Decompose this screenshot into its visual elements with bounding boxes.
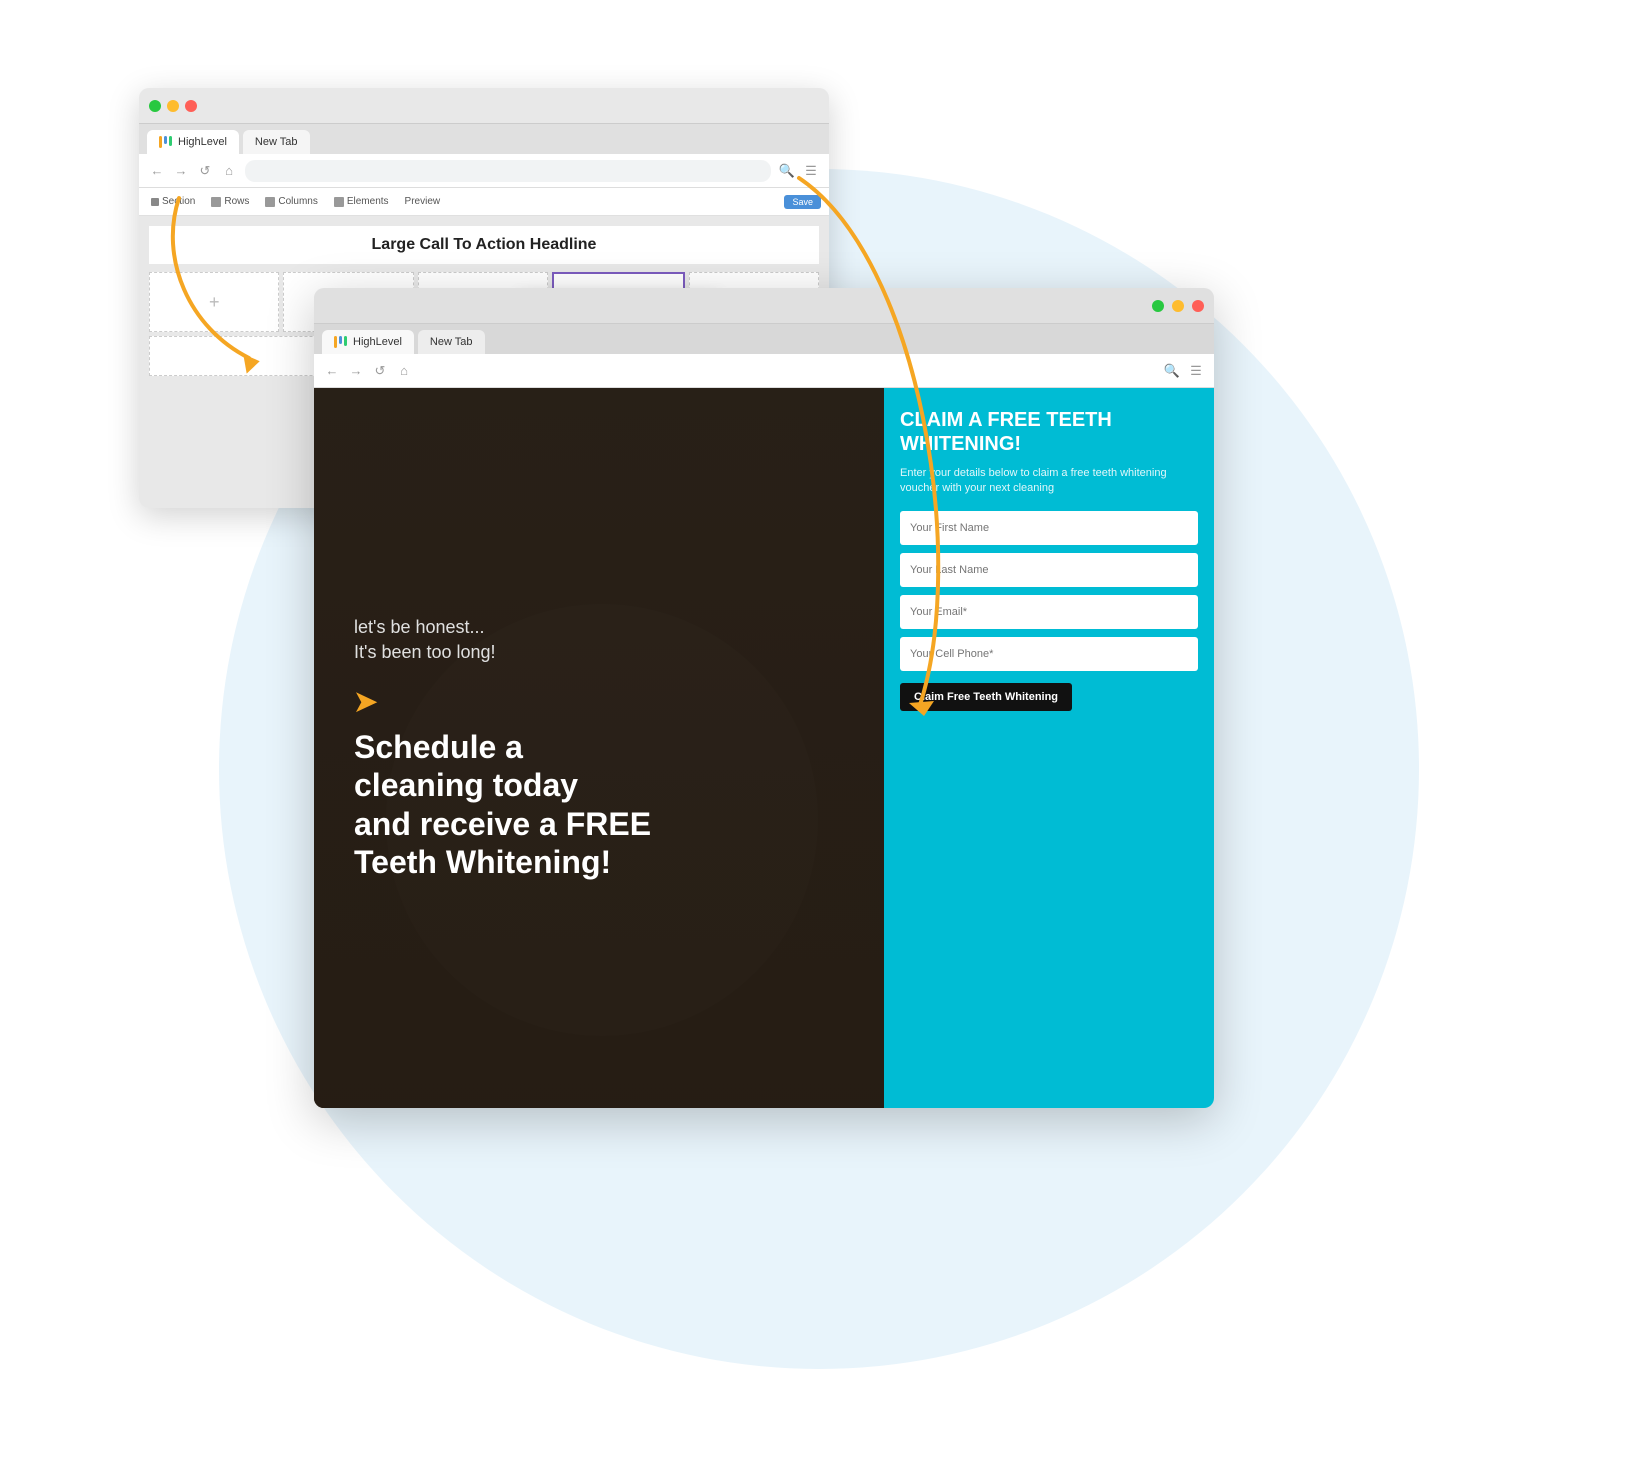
form-panel: CLAIM A FREE TEETH WHITENING! Enter your… xyxy=(884,388,1214,1108)
address-bar: ← → ↺ ⌂ 🔍 ☰ xyxy=(139,154,829,188)
front-tl-red[interactable] xyxy=(1192,300,1204,312)
rows-icon xyxy=(211,197,221,207)
preview-label: Preview xyxy=(405,196,441,207)
columns-icon xyxy=(265,197,275,207)
hero-headline-text: Schedule acleaning todayand receive a FR… xyxy=(354,729,651,880)
editor-col-1[interactable]: + xyxy=(149,272,279,332)
refresh-button[interactable]: ↺ xyxy=(197,163,213,179)
save-label: Save xyxy=(792,197,813,207)
toolbar-elements[interactable]: Elements xyxy=(330,194,393,209)
submit-button[interactable]: Claim Free Teeth Whitening xyxy=(900,683,1072,711)
front-logo-bar-2 xyxy=(339,336,342,344)
hero-arrow-indicator: ➤ xyxy=(354,685,844,718)
url-input[interactable] xyxy=(245,160,771,182)
columns-label: Columns xyxy=(278,196,317,207)
highlevel-tab-label: HighLevel xyxy=(178,136,227,148)
front-menu-icon[interactable]: ☰ xyxy=(1188,363,1204,379)
front-highlevel-tab[interactable]: HighLevel xyxy=(322,330,414,354)
front-tl-yellow[interactable] xyxy=(1172,300,1184,312)
traffic-light-yellow[interactable] xyxy=(167,100,179,112)
front-forward-button[interactable]: → xyxy=(348,363,364,379)
hero-sub-line1: let's be honest... xyxy=(354,617,485,637)
rows-label: Rows xyxy=(224,196,249,207)
back-button[interactable]: ← xyxy=(149,163,165,179)
front-address-bar: ← → ↺ ⌂ 🔍 ☰ xyxy=(314,354,1214,388)
front-tl-green[interactable] xyxy=(1152,300,1164,312)
new-tab[interactable]: New Tab xyxy=(243,130,310,154)
front-search-icon[interactable]: 🔍 xyxy=(1164,363,1180,379)
toolbar-section[interactable]: Section xyxy=(147,194,199,209)
hero-subtext: let's be honest... It's been too long! xyxy=(354,615,844,665)
landing-page-browser-window: HighLevel New Tab ← → ↺ ⌂ 🔍 ☰ xyxy=(314,288,1214,1108)
traffic-light-green[interactable] xyxy=(149,100,161,112)
search-icon[interactable]: 🔍 xyxy=(779,163,795,179)
section-label: Section xyxy=(162,196,195,207)
front-home-button[interactable]: ⌂ xyxy=(396,363,412,379)
front-tab-label: HighLevel xyxy=(353,336,402,348)
phone-field[interactable] xyxy=(900,637,1198,671)
hero-sub-line2: It's been too long! xyxy=(354,642,496,662)
traffic-light-red[interactable] xyxy=(185,100,197,112)
front-refresh-button[interactable]: ↺ xyxy=(372,363,388,379)
submit-label: Claim Free Teeth Whitening xyxy=(914,691,1058,703)
last-name-field[interactable] xyxy=(900,553,1198,587)
toolbar-preview[interactable]: Preview xyxy=(401,194,445,209)
new-tab-label: New Tab xyxy=(255,136,298,148)
first-name-field[interactable] xyxy=(900,511,1198,545)
logo-bar-3 xyxy=(169,136,172,146)
elements-label: Elements xyxy=(347,196,389,207)
front-url-input[interactable] xyxy=(420,360,1156,382)
toolbar-save-button[interactable]: Save xyxy=(784,195,821,209)
editor-toolbar: Section Rows Columns Elements Preview Sa… xyxy=(139,188,829,216)
logo-bar-2 xyxy=(164,136,167,144)
form-panel-title: CLAIM A FREE TEETH WHITENING! xyxy=(900,408,1198,456)
browser-tab-bar: HighLevel New Tab xyxy=(139,124,829,154)
logo-bar-1 xyxy=(159,136,162,148)
toolbar-rows[interactable]: Rows xyxy=(207,194,253,209)
highlevel-logo xyxy=(159,136,172,148)
front-new-tab-label: New Tab xyxy=(430,336,473,348)
arrow-right-icon: ➤ xyxy=(354,685,377,718)
front-new-tab[interactable]: New Tab xyxy=(418,330,485,354)
highlevel-tab[interactable]: HighLevel xyxy=(147,130,239,154)
front-browser-chrome xyxy=(314,288,1214,324)
front-logo-bar-3 xyxy=(344,336,347,346)
elements-icon xyxy=(334,197,344,207)
front-logo xyxy=(334,336,347,348)
browser-chrome-bar xyxy=(139,88,829,124)
front-logo-bar-1 xyxy=(334,336,337,348)
front-tab-bar: HighLevel New Tab xyxy=(314,324,1214,354)
email-field[interactable] xyxy=(900,595,1198,629)
scene: HighLevel New Tab ← → ↺ ⌂ 🔍 ☰ Section Ro xyxy=(119,58,1519,1408)
form-panel-description: Enter your details below to claim a free… xyxy=(900,466,1198,497)
menu-icon[interactable]: ☰ xyxy=(803,163,819,179)
plus-icon-1: + xyxy=(209,292,220,313)
landing-page-content: let's be honest... It's been too long! ➤… xyxy=(314,388,1214,1108)
front-back-button[interactable]: ← xyxy=(324,363,340,379)
section-icon xyxy=(151,198,159,206)
editor-main-headline[interactable]: Large Call To Action Headline xyxy=(149,226,819,264)
forward-button[interactable]: → xyxy=(173,163,189,179)
home-button[interactable]: ⌂ xyxy=(221,163,237,179)
hero-section: let's be honest... It's been too long! ➤… xyxy=(314,388,884,1108)
hero-main-headline: Schedule acleaning todayand receive a FR… xyxy=(354,728,844,882)
toolbar-columns[interactable]: Columns xyxy=(261,194,321,209)
